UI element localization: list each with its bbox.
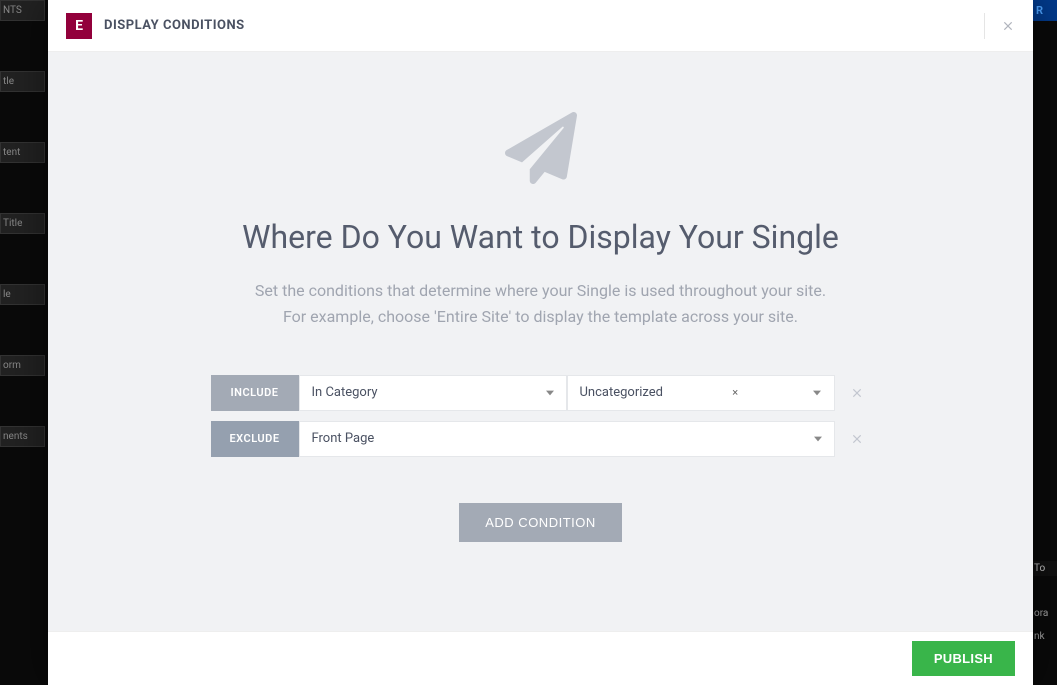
chevron-down-icon: [546, 389, 554, 397]
include-badge[interactable]: INCLUDE: [211, 375, 299, 411]
bg-right-item: To: [1032, 561, 1057, 576]
chevron-down-icon: [813, 389, 821, 397]
condition-row: EXCLUDE Front Page: [211, 421, 871, 457]
modal-title: DISPLAY CONDITIONS: [104, 18, 245, 33]
select-value: In Category: [312, 385, 378, 400]
modal-footer: PUBLISH: [48, 631, 1033, 685]
bg-sidebar-item: tle: [0, 71, 45, 92]
bg-right-item: ora: [1032, 606, 1057, 621]
close-icon: [1001, 19, 1015, 33]
modal-header: E DISPLAY CONDITIONS: [48, 0, 1033, 52]
modal-body: Where Do You Want to Display Your Single…: [48, 52, 1033, 631]
close-button[interactable]: [984, 13, 1015, 39]
publish-button[interactable]: PUBLISH: [912, 641, 1015, 676]
bg-right-top: R: [1032, 0, 1057, 21]
page-heading: Where Do You Want to Display Your Single: [242, 218, 839, 256]
bg-sidebar-item: Title: [0, 213, 45, 234]
bg-sidebar: NTS tle tent Title le orm nents: [0, 0, 45, 685]
clear-selection-icon[interactable]: ×: [732, 386, 738, 399]
bg-sidebar-item: NTS: [0, 0, 45, 21]
bg-right-item: nk: [1032, 629, 1057, 644]
condition-value-select[interactable]: Uncategorized ×: [567, 375, 835, 411]
select-value: Uncategorized: [580, 385, 663, 400]
bg-sidebar-item: nents: [0, 426, 45, 447]
exclude-badge[interactable]: EXCLUDE: [211, 421, 299, 457]
condition-type-select[interactable]: Front Page: [299, 421, 835, 457]
condition-row: INCLUDE In Category Uncategorized ×: [211, 375, 871, 411]
bg-sidebar-item: le: [0, 284, 45, 305]
remove-condition-button[interactable]: [843, 375, 871, 411]
select-value: Front Page: [312, 431, 375, 446]
close-icon: [850, 386, 864, 400]
add-condition-button[interactable]: ADD CONDITION: [459, 503, 622, 542]
chevron-down-icon: [814, 435, 822, 443]
conditions-list: INCLUDE In Category Uncategorized ×: [211, 375, 871, 457]
page-subheading: Set the conditions that determine where …: [255, 278, 826, 331]
condition-type-select[interactable]: In Category: [299, 375, 567, 411]
remove-condition-button[interactable]: [843, 421, 871, 457]
bg-right: R To ora nk: [1032, 0, 1057, 685]
elementor-logo-icon: E: [66, 13, 92, 39]
close-icon: [850, 432, 864, 446]
bg-sidebar-item: tent: [0, 142, 45, 163]
bg-sidebar-item: orm: [0, 355, 45, 376]
display-conditions-modal: E DISPLAY CONDITIONS Where Do You Want t…: [48, 0, 1033, 685]
paper-plane-icon: [505, 112, 577, 188]
